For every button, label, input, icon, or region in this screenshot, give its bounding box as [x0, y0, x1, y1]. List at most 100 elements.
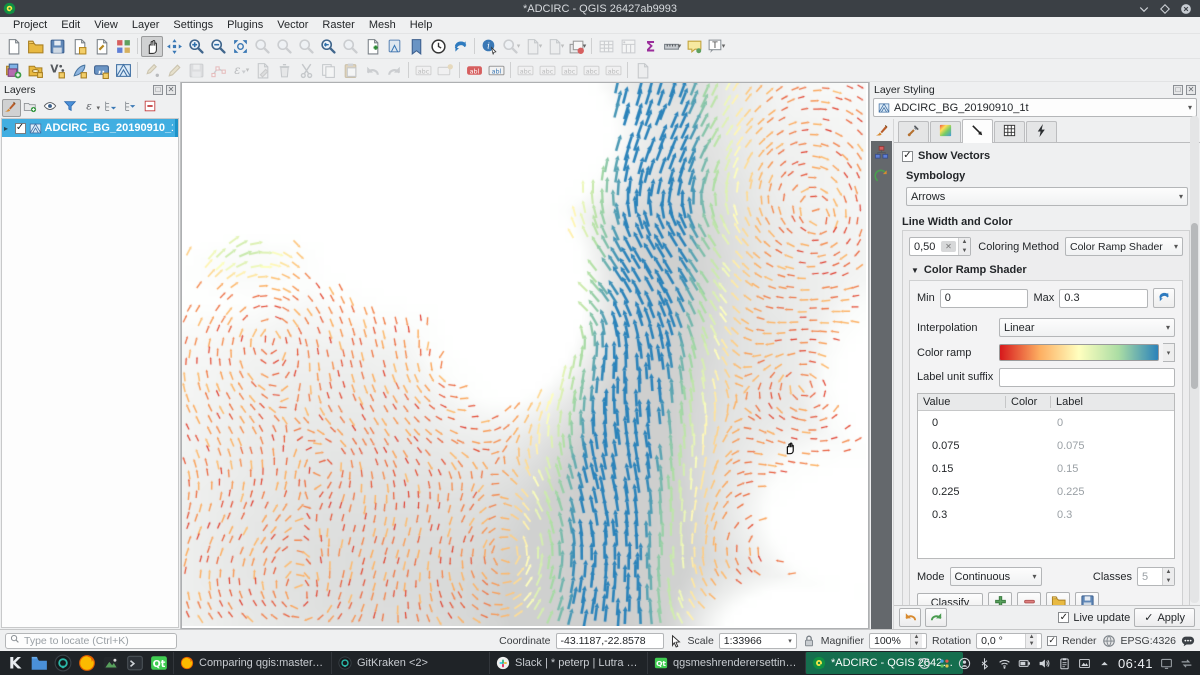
- menu-settings[interactable]: Settings: [166, 18, 220, 32]
- apply-button[interactable]: ✓ Apply: [1134, 608, 1195, 627]
- network-icon[interactable]: [998, 657, 1011, 670]
- menu-edit[interactable]: Edit: [54, 18, 87, 32]
- statistics-button[interactable]: Σ: [639, 36, 661, 57]
- filter-legend-button[interactable]: [62, 99, 81, 117]
- magnifier-spinbox[interactable]: 100% ▲▼: [869, 633, 927, 649]
- layer-visibility-checkbox[interactable]: ✓: [15, 123, 26, 134]
- add-database-layer-button[interactable]: [24, 60, 46, 81]
- firefox-launcher[interactable]: [75, 652, 99, 674]
- layers-close-icon[interactable]: ✕: [166, 85, 176, 95]
- temporal-controller-button[interactable]: [427, 36, 449, 57]
- menu-plugins[interactable]: Plugins: [220, 18, 270, 32]
- user-switch-icon[interactable]: [958, 657, 971, 670]
- scale-combo[interactable]: 1:33966▾: [719, 633, 797, 649]
- save-project-button[interactable]: [46, 36, 68, 57]
- save-project-as-button[interactable]: [68, 36, 90, 57]
- bluetooth-icon[interactable]: [978, 657, 991, 670]
- highlight-pinned-labels-button[interactable]: abl: [463, 60, 485, 81]
- add-postgis-layer-button[interactable]: [68, 60, 90, 81]
- column-header-value[interactable]: Value: [918, 396, 1006, 408]
- collapse-all-button[interactable]: [122, 99, 141, 117]
- color-ramp-row[interactable]: 0.15 0.15: [918, 457, 1174, 480]
- color-ramp-row[interactable]: 0.225 0.225: [918, 480, 1174, 503]
- reload-min-max-button[interactable]: [1153, 288, 1175, 308]
- tab-vectors[interactable]: [962, 119, 993, 143]
- layers-undock-icon[interactable]: □: [153, 85, 163, 95]
- pin-labels-button[interactable]: abl: [485, 60, 507, 81]
- render-checkbox[interactable]: ✓: [1047, 636, 1057, 646]
- tray-expand-icon[interactable]: [1098, 657, 1111, 670]
- clear-value-icon[interactable]: ✕: [941, 241, 956, 252]
- tab-rendering[interactable]: [994, 121, 1025, 142]
- taskbar-clock[interactable]: 06:41: [1118, 656, 1153, 671]
- coordinate-input[interactable]: -43.1187,-22.8578: [556, 633, 664, 649]
- color-ramp-preview[interactable]: [999, 344, 1159, 361]
- color-ramp-shader-collapse[interactable]: ▼ Color Ramp Shader: [911, 264, 1183, 276]
- map-canvas[interactable]: [182, 83, 866, 626]
- map-tips-button[interactable]: [683, 36, 705, 57]
- color-ramp-row[interactable]: 0 0: [918, 411, 1174, 434]
- menu-view[interactable]: View: [87, 18, 125, 32]
- new-map-view-button[interactable]: [361, 36, 383, 57]
- pan-to-selection-button[interactable]: [163, 36, 185, 57]
- menu-mesh[interactable]: Mesh: [362, 18, 403, 32]
- load-ramp-button[interactable]: [1046, 592, 1070, 605]
- spatial-bookmarks-button[interactable]: [405, 36, 427, 57]
- coloring-method-combo[interactable]: Color Ramp Shader ▾: [1065, 237, 1183, 256]
- tab-contours[interactable]: [930, 121, 961, 142]
- open-project-button[interactable]: [24, 36, 46, 57]
- crs-globe-icon[interactable]: [1102, 634, 1116, 648]
- menu-vector[interactable]: Vector: [270, 18, 315, 32]
- volume-icon[interactable]: [1038, 657, 1051, 670]
- close-button[interactable]: [1180, 3, 1192, 15]
- zoom-full-button[interactable]: [229, 36, 251, 57]
- image-viewer[interactable]: [99, 652, 123, 674]
- max-input[interactable]: 0.3: [1059, 289, 1148, 308]
- styling-undock-icon[interactable]: □: [1173, 85, 1183, 95]
- menu-layer[interactable]: Layer: [125, 18, 167, 32]
- layer-item-adcirc[interactable]: ▸ ✓ ADCIRC_BG_20190910_1t: [2, 119, 178, 137]
- data-source-manager-button[interactable]: [2, 60, 24, 81]
- column-header-label[interactable]: Label: [1051, 396, 1174, 408]
- new-project-button[interactable]: [2, 36, 24, 57]
- minimize-button[interactable]: [1138, 3, 1150, 15]
- min-input[interactable]: 0: [940, 289, 1029, 308]
- add-vector-layer-button[interactable]: V: [46, 60, 68, 81]
- styling-scrollbar[interactable]: [1190, 116, 1199, 603]
- menu-raster[interactable]: Raster: [315, 18, 361, 32]
- open-attribute-table-button[interactable]: ▾: [566, 36, 588, 57]
- zoom-last-button[interactable]: [317, 36, 339, 57]
- maximize-button[interactable]: [1159, 3, 1171, 15]
- show-vectors-checkbox[interactable]: ✓: [902, 151, 913, 162]
- add-group-button[interactable]: [22, 99, 41, 117]
- add-mesh-layer-button[interactable]: [112, 60, 134, 81]
- gitkraken-launcher[interactable]: [51, 652, 75, 674]
- clipboard-icon[interactable]: [1058, 657, 1071, 670]
- open-layer-styling-button[interactable]: [2, 99, 21, 117]
- terminal-launcher[interactable]: [123, 652, 147, 674]
- 3d-view-icon[interactable]: [874, 145, 889, 163]
- classes-spinbox[interactable]: 5 ▲▼: [1137, 567, 1175, 586]
- tab-general-settings[interactable]: [898, 121, 929, 142]
- column-header-color[interactable]: Color: [1006, 396, 1051, 408]
- lock-scale-icon[interactable]: [802, 634, 816, 648]
- filter-by-expression-button[interactable]: ε▾: [82, 99, 101, 117]
- mode-combo[interactable]: Continuous▾: [950, 567, 1042, 586]
- identify-features-button[interactable]: i: [478, 36, 500, 57]
- screenshot-icon[interactable]: [1078, 657, 1091, 670]
- remove-value-button[interactable]: [1017, 592, 1041, 605]
- layout-manager-button[interactable]: [90, 36, 112, 57]
- line-width-spinbox[interactable]: 0,50 ✕ ▲▼: [909, 237, 971, 256]
- color-ramp-row[interactable]: 0.075 0.075: [918, 434, 1174, 457]
- indicator-icon[interactable]: [938, 657, 951, 670]
- styling-layer-selector[interactable]: ADCIRC_BG_20190910_1t ▾: [873, 98, 1197, 117]
- refresh-map-button[interactable]: [449, 36, 471, 57]
- locator-search-input[interactable]: Type to locate (Ctrl+K): [5, 633, 177, 649]
- crs-value[interactable]: EPSG:4326: [1121, 635, 1176, 647]
- show-desktop-icon[interactable]: [1160, 657, 1173, 670]
- remove-layer-button[interactable]: [142, 99, 161, 117]
- zoom-in-button[interactable]: [185, 36, 207, 57]
- workspace-switch-icon[interactable]: [1180, 657, 1193, 670]
- manage-map-themes-button[interactable]: [42, 99, 61, 117]
- add-delimited-text-button[interactable]: ,,: [90, 60, 112, 81]
